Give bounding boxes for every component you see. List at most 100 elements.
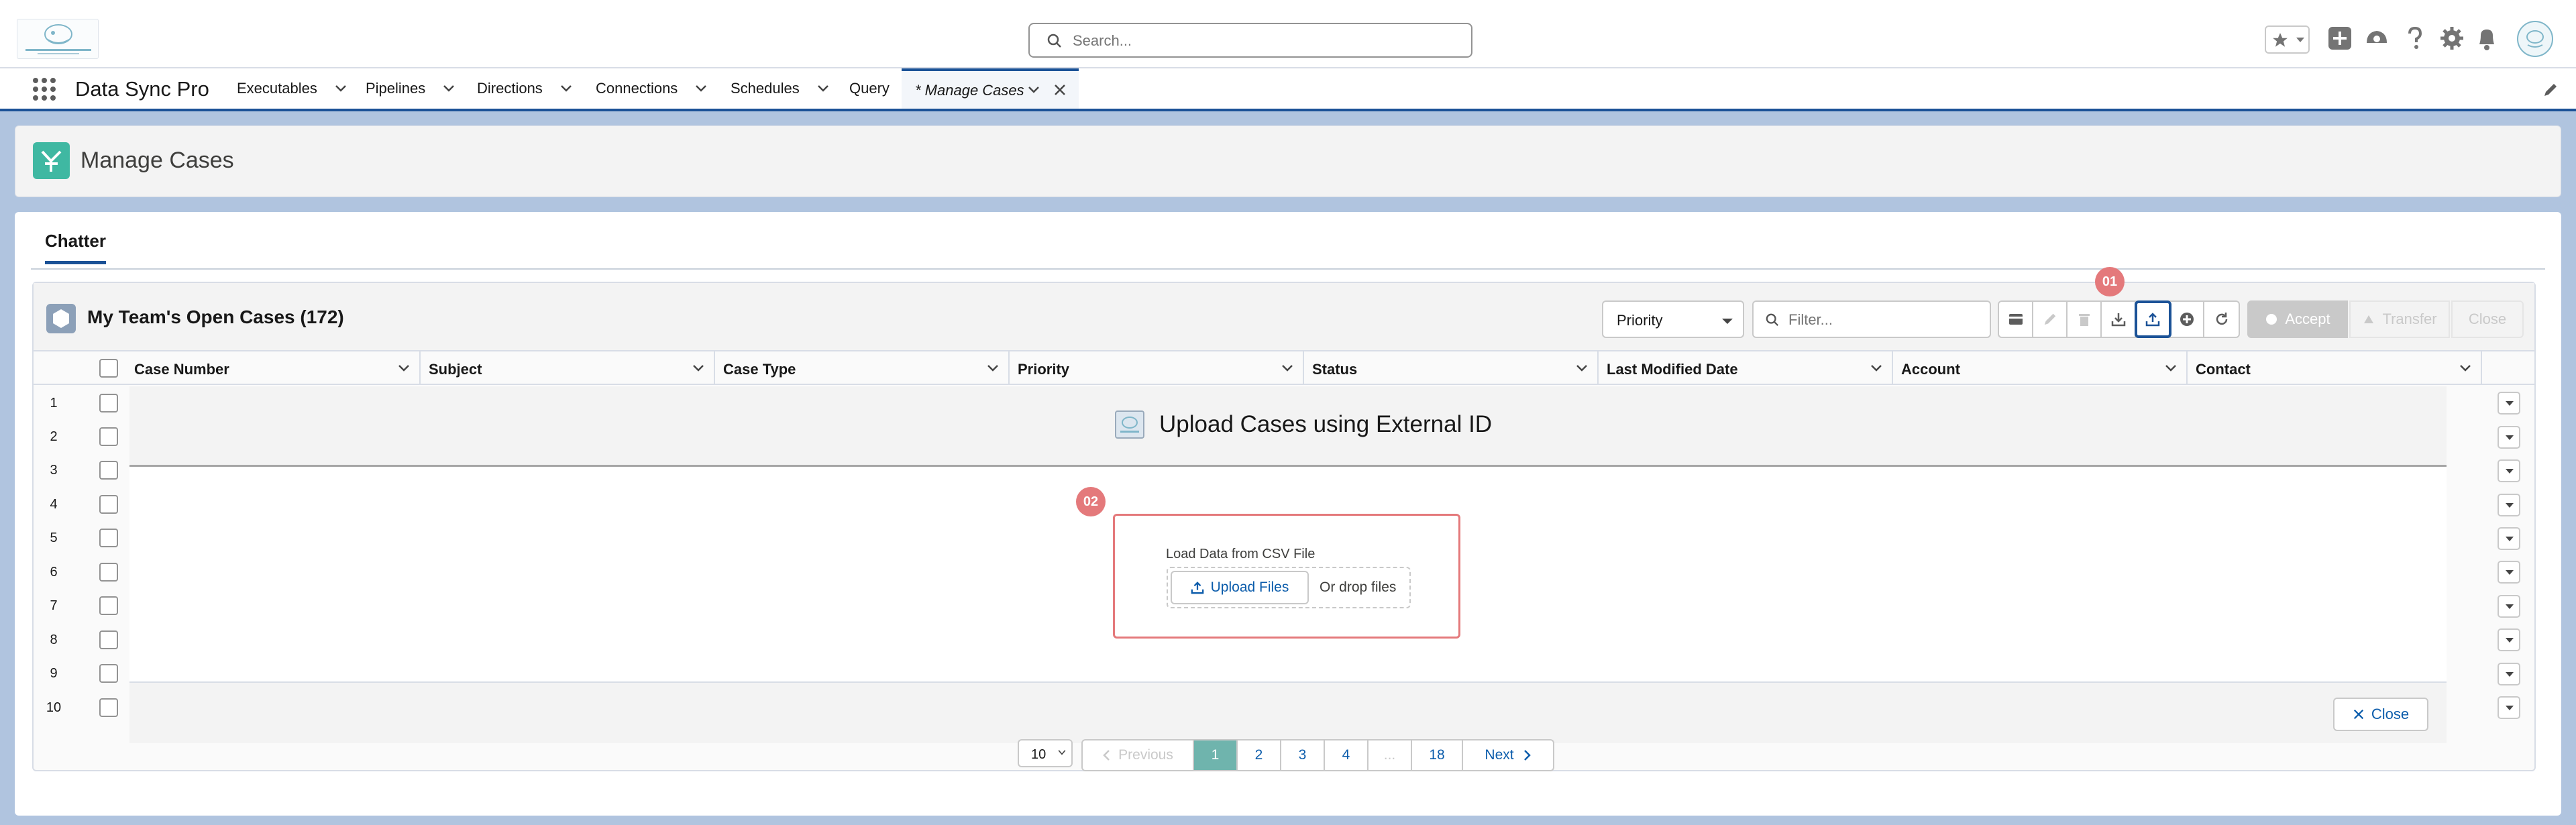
star-icon[interactable]: [2271, 32, 2289, 49]
nav-item-executables[interactable]: Executables: [237, 68, 347, 109]
column-header-contact[interactable]: Contact: [2188, 351, 2482, 385]
favorites-button-group[interactable]: [2265, 25, 2310, 54]
filter-field[interactable]: [1752, 300, 1991, 338]
nav-item-schedules[interactable]: Schedules: [731, 68, 829, 109]
chevron-down-icon[interactable]: [335, 85, 347, 93]
chevron-down-icon[interactable]: [987, 364, 999, 372]
refresh-button[interactable]: [2204, 302, 2239, 337]
chevron-down-icon[interactable]: [692, 364, 704, 372]
previous-page-button[interactable]: Previous: [1081, 739, 1194, 771]
row-action-button[interactable]: [2498, 527, 2520, 550]
page-button-3[interactable]: 3: [1281, 739, 1325, 771]
row-checkbox[interactable]: [99, 630, 118, 649]
column-header-subject[interactable]: Subject: [421, 351, 715, 385]
modal-close-button[interactable]: Close: [2333, 698, 2428, 731]
drop-files-text: Or drop files: [1320, 580, 1397, 595]
column-header-case-type[interactable]: Case Type: [715, 351, 1010, 385]
chevron-down-icon[interactable]: [560, 85, 572, 93]
search-input[interactable]: [1071, 30, 1460, 52]
gear-icon[interactable]: [2439, 25, 2465, 51]
chevron-down-icon[interactable]: [817, 85, 829, 93]
tab-chatter[interactable]: Chatter: [45, 231, 107, 264]
row-action-button[interactable]: [2498, 628, 2520, 651]
row-action-button[interactable]: [2498, 595, 2520, 618]
row-action-button[interactable]: [2498, 494, 2520, 516]
nav-item-label: Connections: [596, 80, 678, 97]
row-checkbox[interactable]: [99, 529, 118, 547]
trailhead-icon[interactable]: [2364, 25, 2390, 51]
page-size-select[interactable]: 10: [1018, 739, 1073, 767]
accept-button[interactable]: Accept: [2247, 300, 2348, 338]
app-launcher-icon[interactable]: [32, 77, 56, 101]
row-checkbox[interactable]: [99, 563, 118, 582]
chevron-right-icon: [1523, 750, 1531, 761]
close-icon[interactable]: [1053, 83, 1067, 97]
row-action-button[interactable]: [2498, 392, 2520, 415]
avatar[interactable]: [2517, 21, 2553, 57]
column-label: Contact: [2196, 361, 2251, 378]
chevron-down-icon[interactable]: [695, 85, 707, 93]
chevron-down-icon[interactable]: [1281, 364, 1293, 372]
help-icon[interactable]: [2404, 25, 2426, 51]
nav-item-connections[interactable]: Connections: [596, 68, 707, 109]
add-icon: [2180, 313, 2194, 326]
next-page-button[interactable]: Next: [1463, 739, 1554, 771]
upload-files-button[interactable]: Upload Files: [1171, 571, 1309, 604]
row-checkbox[interactable]: [99, 394, 118, 412]
close-case-button[interactable]: Close: [2451, 300, 2524, 338]
row-checkbox[interactable]: [99, 596, 118, 615]
column-header-status[interactable]: Status: [1304, 351, 1599, 385]
chevron-down-icon[interactable]: [2165, 364, 2177, 372]
chevron-down-icon[interactable]: [2459, 364, 2471, 372]
download-button[interactable]: [2102, 302, 2136, 337]
chevron-down-icon[interactable]: [2296, 37, 2305, 44]
global-actions-icon[interactable]: [2327, 25, 2353, 51]
nav-item-query[interactable]: Query: [849, 68, 890, 109]
chevron-down-icon[interactable]: [1870, 364, 1882, 372]
page-button-18[interactable]: 18: [1412, 739, 1463, 771]
company-logo[interactable]: [17, 19, 99, 59]
filter-input[interactable]: [1787, 310, 1982, 330]
row-action-button[interactable]: [2498, 561, 2520, 584]
chevron-down-icon: [2506, 706, 2514, 710]
row-checkbox[interactable]: [99, 495, 118, 514]
column-label: Case Number: [134, 361, 229, 378]
view-button[interactable]: [1999, 302, 2033, 337]
row-action-button[interactable]: [2498, 663, 2520, 685]
row-action-button[interactable]: [2498, 696, 2520, 719]
column-header-priority[interactable]: Priority: [1010, 351, 1304, 385]
row-checkbox[interactable]: [99, 664, 118, 683]
bell-icon[interactable]: [2475, 25, 2498, 51]
select-all-checkbox[interactable]: [99, 359, 118, 378]
upload-button[interactable]: [2135, 300, 2171, 338]
transfer-button[interactable]: Transfer: [2349, 300, 2450, 338]
row-checkbox[interactable]: [99, 427, 118, 446]
chevron-down-icon[interactable]: [1576, 364, 1588, 372]
page-title: Manage Cases: [80, 148, 234, 173]
row-checkbox[interactable]: [99, 698, 118, 717]
chevron-down-icon[interactable]: [443, 85, 455, 93]
add-button[interactable]: [2170, 302, 2204, 337]
column-header-case-number[interactable]: Case Number: [126, 351, 421, 385]
pencil-icon[interactable]: [2542, 82, 2559, 98]
chevron-down-icon[interactable]: [1028, 86, 1040, 94]
page-button-2[interactable]: 2: [1238, 739, 1281, 771]
chevron-down-icon[interactable]: [398, 364, 410, 372]
global-search[interactable]: [1028, 23, 1472, 58]
priority-select[interactable]: Priority: [1602, 300, 1744, 338]
file-dropzone[interactable]: Upload Files Or drop files: [1167, 567, 1411, 608]
row-action-button[interactable]: [2498, 459, 2520, 482]
nav-item-label: Pipelines: [366, 80, 426, 97]
page-button-4[interactable]: 4: [1325, 739, 1368, 771]
row-checkbox[interactable]: [99, 461, 118, 480]
page-button-1[interactable]: 1: [1194, 739, 1238, 771]
tab-manage-cases[interactable]: * Manage Cases: [902, 68, 1079, 109]
nav-item-directions[interactable]: Directions: [477, 68, 572, 109]
row-action-button[interactable]: [2498, 426, 2520, 449]
column-header-account[interactable]: Account: [1893, 351, 2188, 385]
column-header-last-modified-date[interactable]: Last Modified Date: [1599, 351, 1893, 385]
nav-item-pipelines[interactable]: Pipelines: [366, 68, 455, 109]
delete-button[interactable]: [2068, 302, 2102, 337]
priority-select-value: Priority: [1617, 312, 1663, 329]
edit-button[interactable]: [2033, 302, 2068, 337]
